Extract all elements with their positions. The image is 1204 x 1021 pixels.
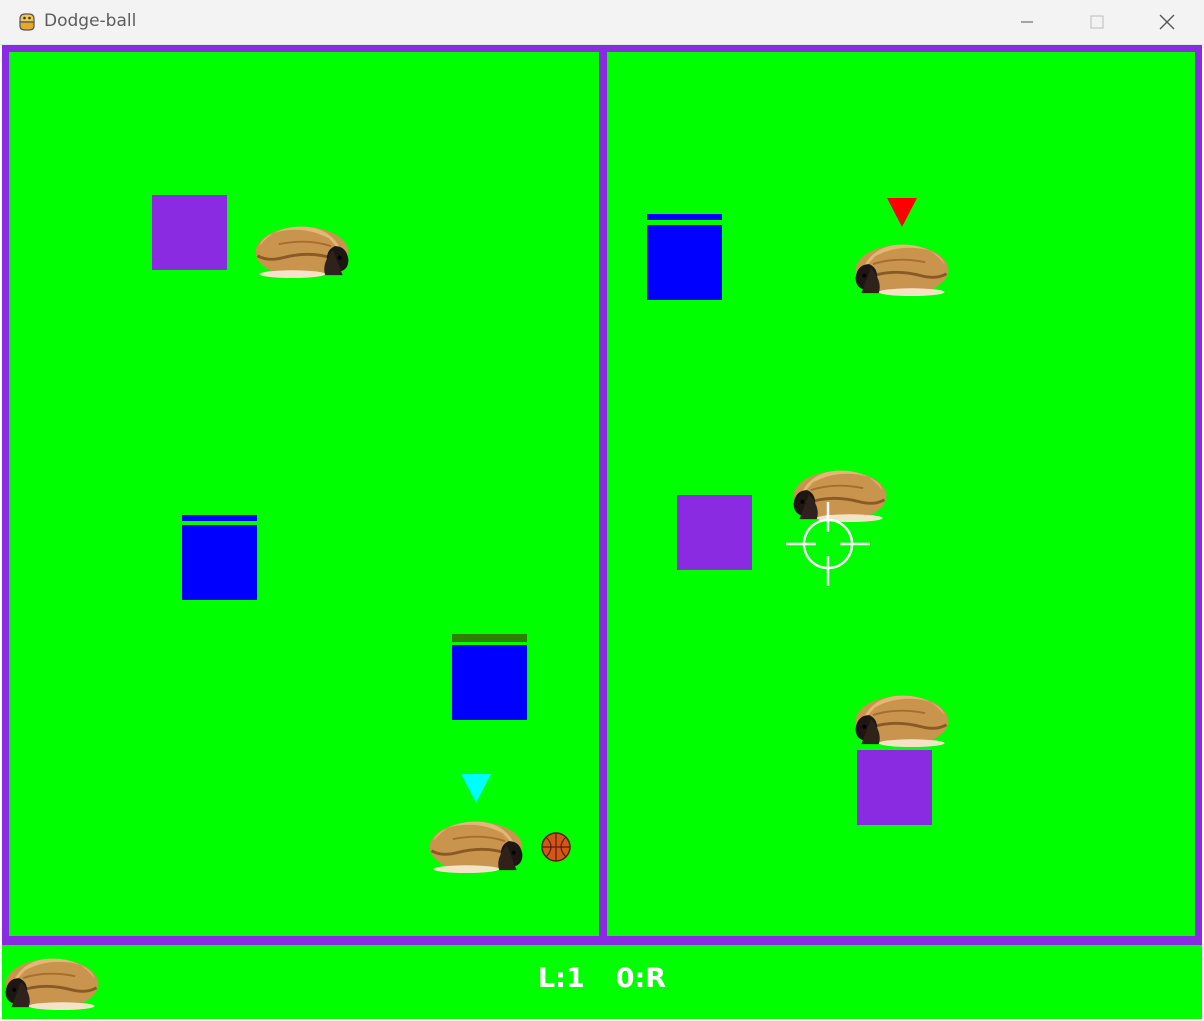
python-icon: [19, 13, 35, 31]
blue-obstacle: [647, 225, 722, 300]
right-team-marker: [887, 198, 917, 227]
close-button[interactable]: [1150, 8, 1184, 36]
minimize-icon: [1021, 21, 1033, 23]
health-bar: [452, 634, 527, 642]
purple-obstacle: [677, 495, 752, 570]
window-title: Dodge-ball: [44, 11, 137, 31]
guinea-pig-player: [854, 243, 950, 297]
game-area[interactable]: L:1 0:R: [2, 45, 1202, 1019]
blue-obstacle: [452, 645, 527, 720]
crosshair-icon[interactable]: [786, 502, 870, 586]
health-bar: [647, 214, 722, 220]
close-icon: [1159, 14, 1175, 30]
basketball-icon: [541, 832, 571, 862]
guinea-pig-player: [428, 820, 524, 874]
blue-obstacle: [182, 525, 257, 600]
left-team-marker: [461, 774, 491, 803]
left-court: [9, 52, 599, 936]
maximize-button[interactable]: [1080, 8, 1114, 36]
minimize-button[interactable]: [1010, 8, 1044, 36]
guinea-pig-player: [254, 225, 350, 279]
purple-obstacle: [152, 195, 227, 270]
scoreboard: L:1 0:R: [537, 963, 667, 994]
health-bar: [182, 515, 257, 521]
purple-obstacle: [857, 750, 932, 825]
court-border: [2, 45, 1202, 945]
title-bar[interactable]: Dodge-ball: [0, 0, 1204, 45]
maximize-icon: [1090, 15, 1104, 29]
guinea-pig-player: [854, 694, 950, 748]
